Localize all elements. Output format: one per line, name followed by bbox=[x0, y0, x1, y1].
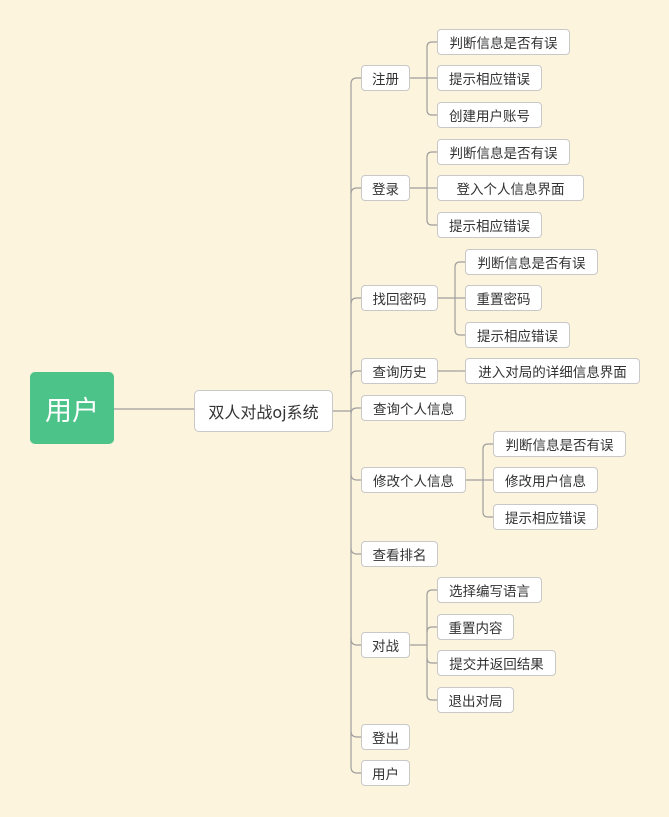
root-node-label: 用户 bbox=[45, 395, 99, 427]
leaf-node-5-0-label: 判断信息是否有误 bbox=[505, 438, 614, 454]
branch-node-3[interactable]: 查询历史 bbox=[361, 358, 438, 384]
leaf-node-5-1[interactable]: 修改用户信息 bbox=[493, 467, 598, 493]
leaf-node-7-2-label: 提交并返回结果 bbox=[449, 657, 544, 673]
child-connector bbox=[426, 151, 437, 158]
child-connector bbox=[426, 694, 437, 701]
leaf-node-7-3[interactable]: 退出对局 bbox=[437, 687, 514, 713]
leaf-node-5-2-label: 提示相应错误 bbox=[505, 511, 586, 527]
branch-node-1[interactable]: 登录 bbox=[361, 175, 410, 201]
central-topic-label: 双人对战oj系统 bbox=[208, 403, 319, 422]
branch-node-8[interactable]: 登出 bbox=[361, 724, 410, 750]
leaf-node-1-2-label: 提示相应错误 bbox=[449, 219, 530, 235]
leaf-node-7-2[interactable]: 提交并返回结果 bbox=[437, 650, 556, 676]
central-topic-node[interactable]: 双人对战oj系统 bbox=[194, 390, 333, 432]
child-connector bbox=[426, 657, 437, 664]
leaf-node-7-0-label: 选择编写语言 bbox=[449, 584, 530, 600]
child-connector bbox=[426, 589, 437, 596]
branch-connector bbox=[350, 407, 361, 415]
leaf-node-0-1[interactable]: 提示相应错误 bbox=[437, 65, 542, 91]
root-node[interactable]: 用户 bbox=[30, 372, 114, 444]
branch-connector bbox=[350, 77, 361, 85]
child-connector bbox=[482, 443, 493, 450]
branch-connector bbox=[350, 473, 361, 481]
leaf-node-0-2[interactable]: 创建用户账号 bbox=[437, 102, 542, 128]
branch-node-9[interactable]: 用户 bbox=[361, 760, 410, 786]
branch-node-0[interactable]: 注册 bbox=[361, 65, 410, 91]
child-connector bbox=[426, 626, 437, 633]
branch-connector bbox=[350, 297, 361, 305]
leaf-node-0-0-label: 判断信息是否有误 bbox=[449, 36, 558, 52]
branch-connector bbox=[350, 187, 361, 195]
branch-connector bbox=[350, 370, 361, 378]
branch-connector bbox=[350, 638, 361, 646]
leaf-node-1-1-label: 登入个人信息界面 bbox=[456, 182, 565, 198]
branch-node-1-label: 登录 bbox=[372, 182, 399, 198]
leaf-node-2-2-label: 提示相应错误 bbox=[477, 329, 558, 345]
leaf-node-5-2[interactable]: 提示相应错误 bbox=[493, 504, 598, 530]
branch-node-2[interactable]: 找回密码 bbox=[361, 285, 438, 311]
leaf-node-0-1-label: 提示相应错误 bbox=[449, 72, 530, 88]
leaf-node-1-2[interactable]: 提示相应错误 bbox=[437, 212, 542, 238]
leaf-node-2-0-label: 判断信息是否有误 bbox=[477, 256, 586, 272]
leaf-node-0-0[interactable]: 判断信息是否有误 bbox=[437, 29, 570, 55]
branch-node-7[interactable]: 对战 bbox=[361, 632, 410, 658]
child-connector bbox=[454, 261, 465, 268]
leaf-node-0-2-label: 创建用户账号 bbox=[449, 109, 530, 125]
leaf-node-2-1[interactable]: 重置密码 bbox=[465, 285, 542, 311]
branch-node-7-label: 对战 bbox=[372, 639, 399, 655]
branch-node-6[interactable]: 查看排名 bbox=[361, 541, 438, 567]
branch-connector bbox=[350, 766, 361, 774]
branch-node-8-label: 登出 bbox=[372, 731, 399, 747]
leaf-node-5-1-label: 修改用户信息 bbox=[505, 474, 586, 490]
branch-node-3-label: 查询历史 bbox=[372, 365, 427, 381]
leaf-node-3-0-label: 进入对局的详细信息界面 bbox=[478, 365, 627, 381]
leaf-node-7-3-label: 退出对局 bbox=[448, 694, 503, 710]
branch-node-2-label: 找回密码 bbox=[372, 292, 427, 308]
leaf-node-7-0[interactable]: 选择编写语言 bbox=[437, 577, 542, 603]
child-connector bbox=[426, 41, 437, 48]
child-connector bbox=[454, 329, 465, 336]
branch-connector bbox=[350, 730, 361, 738]
branch-connector bbox=[350, 547, 361, 555]
branch-node-9-label: 用户 bbox=[372, 767, 399, 783]
branch-node-5-label: 修改个人信息 bbox=[373, 474, 454, 490]
branch-node-6-label: 查看排名 bbox=[372, 548, 427, 564]
leaf-node-7-1-label: 重置内容 bbox=[448, 621, 503, 637]
leaf-node-1-0[interactable]: 判断信息是否有误 bbox=[437, 139, 570, 165]
child-connector bbox=[426, 219, 437, 226]
leaf-node-1-0-label: 判断信息是否有误 bbox=[449, 146, 558, 162]
leaf-node-1-1[interactable]: 登入个人信息界面 bbox=[437, 175, 584, 201]
branch-node-0-label: 注册 bbox=[372, 72, 399, 88]
leaf-node-2-1-label: 重置密码 bbox=[476, 292, 531, 308]
mind-map-canvas: 用户 双人对战oj系统 注册 判断信息是否有误 提示相应错误 创建用户账号 登录 判断信息… bbox=[0, 0, 669, 817]
branch-node-4[interactable]: 查询个人信息 bbox=[361, 395, 466, 421]
leaf-node-5-0[interactable]: 判断信息是否有误 bbox=[493, 431, 626, 457]
child-connector bbox=[482, 511, 493, 518]
leaf-node-3-0[interactable]: 进入对局的详细信息界面 bbox=[465, 358, 640, 384]
leaf-node-7-1[interactable]: 重置内容 bbox=[437, 614, 514, 640]
child-connector bbox=[426, 109, 437, 116]
branch-node-5[interactable]: 修改个人信息 bbox=[361, 467, 466, 493]
leaf-node-2-2[interactable]: 提示相应错误 bbox=[465, 322, 570, 348]
branch-node-4-label: 查询个人信息 bbox=[373, 402, 454, 418]
leaf-node-2-0[interactable]: 判断信息是否有误 bbox=[465, 249, 598, 275]
